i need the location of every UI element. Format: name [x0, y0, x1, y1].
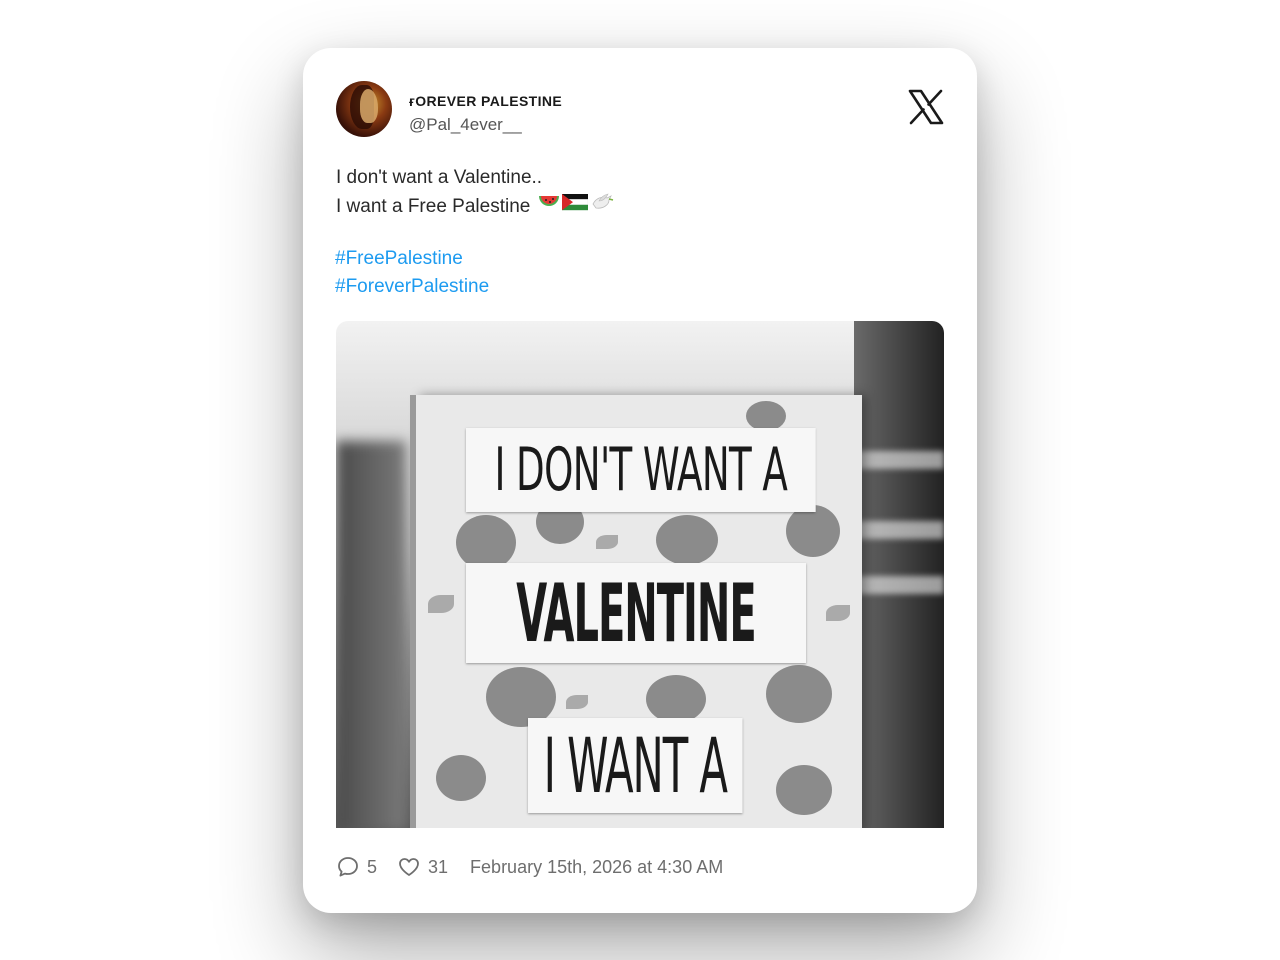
post-text-line-2: I want a Free Palestine — [336, 196, 531, 217]
sign-flower-decoration — [456, 515, 516, 570]
post-text: I don't want a Valentine.. I want a Free… — [336, 163, 944, 221]
post-timestamp[interactable]: February 15th, 2026 at 4:30 AM — [470, 857, 723, 878]
hashtag-list: #FreePalestine #ForeverPalestine — [335, 245, 489, 301]
dove-emoji-icon — [590, 192, 614, 221]
sign-flower-decoration — [436, 755, 486, 801]
image-background-stripe — [854, 521, 944, 539]
watermelon-emoji-icon — [538, 192, 560, 221]
page-background: ғOREVER PALESTINE @Pal_4ever__ I don't w… — [0, 0, 1280, 960]
post-card: ғOREVER PALESTINE @Pal_4ever__ I don't w… — [303, 48, 977, 913]
protest-sign: I DON'T WANT A VALENTINE I WANT A — [416, 395, 862, 828]
comment-icon — [338, 857, 358, 877]
avatar-face-shape — [360, 89, 378, 123]
image-background-stripe — [854, 576, 944, 594]
post-footer: 5 31 February 15th, 2026 at 4:30 AM — [336, 853, 723, 881]
sign-flower-decoration — [766, 665, 832, 723]
palestine-flag-emoji-icon — [561, 192, 588, 221]
sign-leaf-decoration — [566, 695, 588, 709]
sign-flower-decoration — [656, 515, 718, 565]
hashtag-link-freepalestine[interactable]: #FreePalestine — [335, 245, 489, 273]
sign-leaf-decoration — [826, 605, 850, 621]
author-handle[interactable]: @Pal_4ever__ — [409, 115, 562, 135]
image-background-stripe — [854, 451, 944, 469]
like-button[interactable]: 31 — [397, 855, 448, 879]
sign-leaf-decoration — [428, 595, 454, 613]
reply-button[interactable]: 5 — [336, 855, 377, 879]
author-display-name[interactable]: ғOREVER PALESTINE — [409, 93, 562, 109]
sign-text-strip-2: VALENTINE — [466, 563, 806, 663]
sign-flower-decoration — [646, 675, 706, 723]
post-image[interactable]: I DON'T WANT A VALENTINE I WANT A — [336, 321, 944, 828]
post-header: ғOREVER PALESTINE @Pal_4ever__ — [336, 81, 944, 137]
image-background-blur-left — [336, 441, 406, 828]
sign-text-strip-1: I DON'T WANT A — [466, 428, 816, 512]
sign-text-strip-3: I WANT A — [528, 718, 743, 813]
like-count: 31 — [428, 856, 449, 877]
sign-flower-decoration — [786, 505, 840, 557]
author-names: ғOREVER PALESTINE @Pal_4ever__ — [409, 93, 562, 135]
post-text-line-1: I don't want a Valentine.. — [336, 167, 543, 188]
heart-icon — [399, 858, 419, 876]
x-logo-icon[interactable] — [908, 89, 944, 125]
image-background-blur-right — [854, 321, 944, 828]
sign-flower-decoration — [776, 765, 832, 815]
avatar[interactable] — [336, 81, 392, 137]
sign-flower-decoration — [746, 401, 786, 431]
hashtag-link-foreverpalestine[interactable]: #ForeverPalestine — [335, 273, 489, 301]
sign-leaf-decoration — [596, 535, 618, 549]
post-text-line-2-wrap: I want a Free Palestine — [336, 192, 944, 221]
reply-count: 5 — [367, 856, 378, 877]
